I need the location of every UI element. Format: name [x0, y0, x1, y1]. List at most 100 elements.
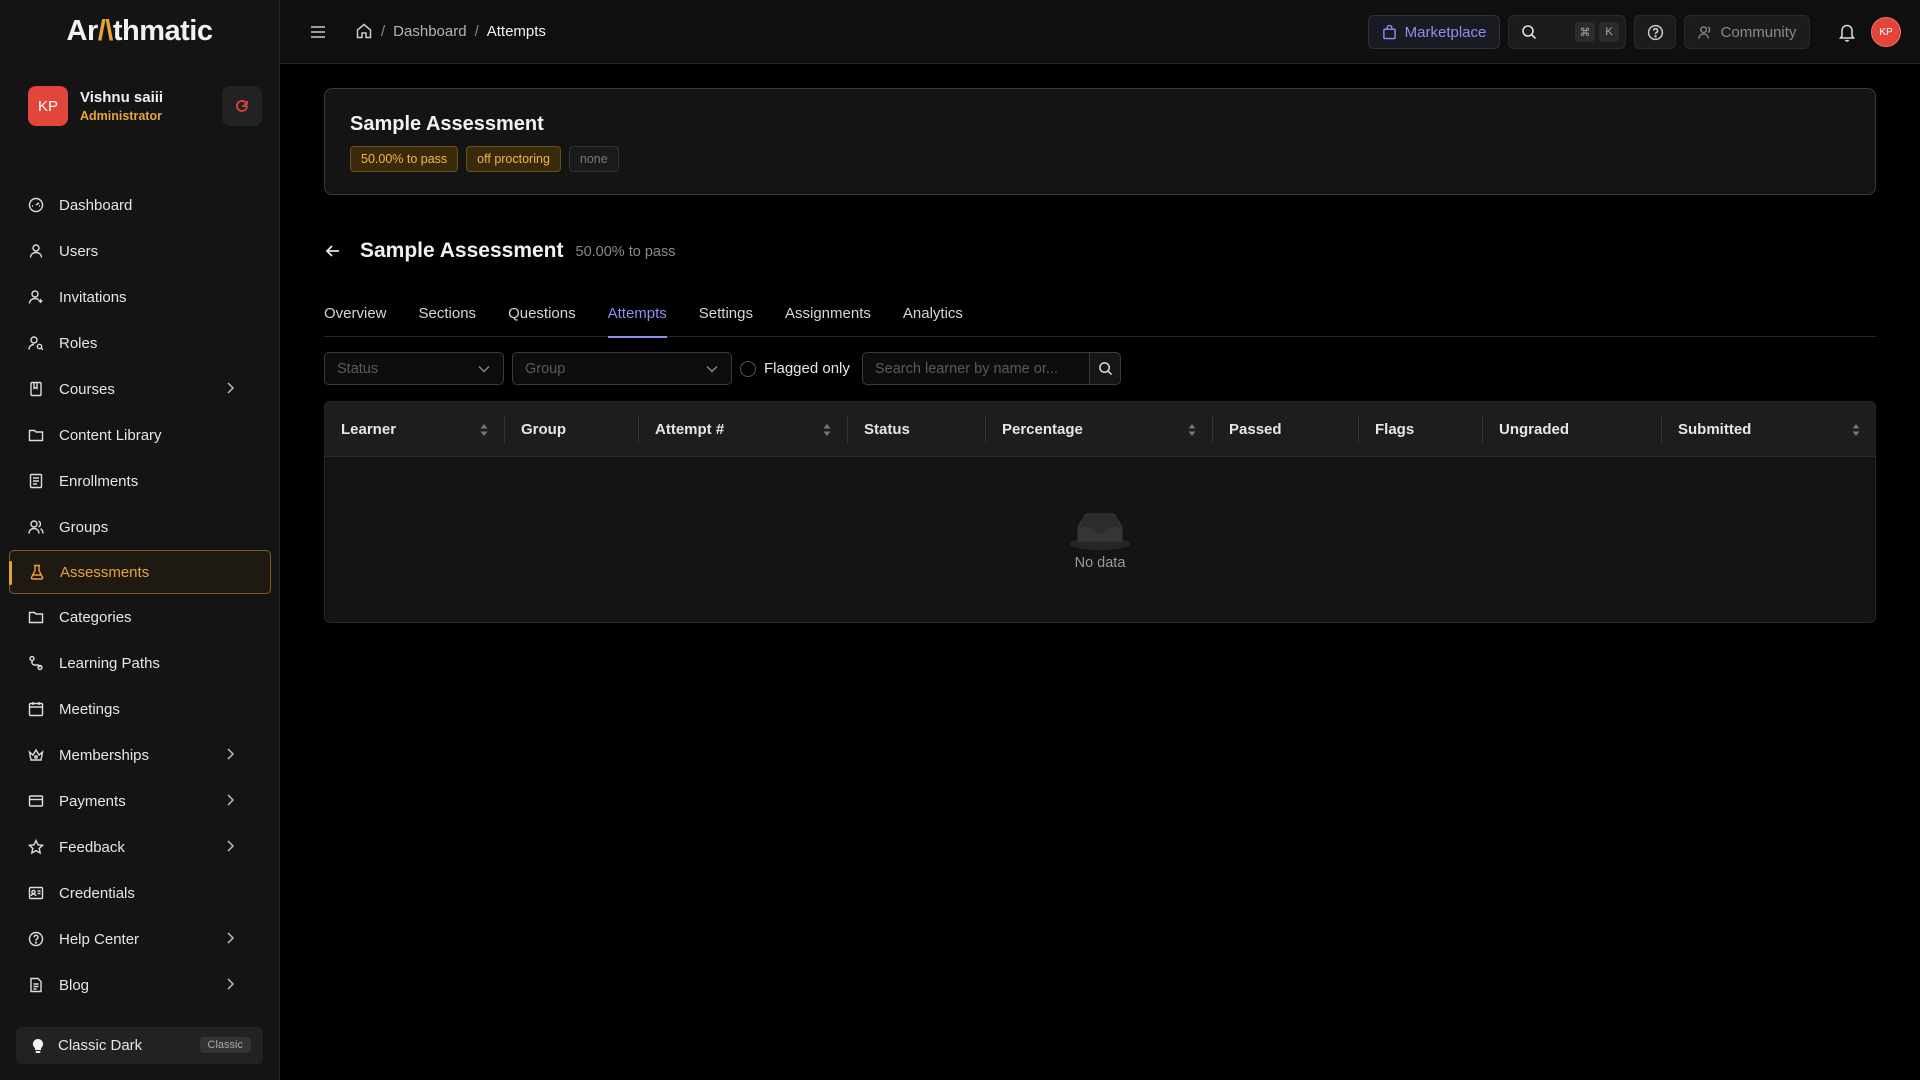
learner-search-input[interactable] [862, 352, 1090, 385]
refresh-icon [236, 100, 248, 112]
shortcut-hint: ⌘ K [1571, 22, 1619, 42]
tab-analytics[interactable]: Analytics [903, 300, 963, 337]
assessment-summary-card: Sample Assessment 50.00% to pass off pro… [324, 88, 1876, 195]
flagged-only-toggle[interactable]: Flagged only [740, 352, 850, 385]
page-title: Sample Assessment [360, 239, 564, 262]
status-select[interactable]: Status [324, 352, 504, 385]
pass-threshold-badge: 50.00% to pass [350, 146, 459, 172]
empty-state: No data [325, 457, 1875, 622]
column-header-submitted[interactable]: Submitted [1662, 402, 1875, 457]
refresh-button[interactable] [222, 86, 262, 126]
dashboard-icon [28, 197, 44, 213]
chevron-right-icon [227, 748, 235, 760]
column-header-learner[interactable]: Learner [325, 402, 505, 457]
flask-icon [30, 564, 44, 580]
chevron-right-icon [227, 978, 235, 990]
theme-switcher[interactable]: Classic Dark Classic [16, 1027, 263, 1064]
sidebar-item-enrollments[interactable]: Enrollments [0, 458, 280, 504]
flagged-only-checkbox[interactable] [740, 360, 756, 377]
sidebar-nav: Dashboard Users Invitations Roles Course… [0, 182, 280, 1008]
breadcrumb: / Dashboard / Attempts [355, 22, 546, 40]
sidebar-item-label: Groups [59, 518, 109, 536]
sidebar-item-payments[interactable]: Payments [0, 778, 280, 824]
sidebar-item-invitations[interactable]: Invitations [0, 274, 280, 320]
community-button[interactable]: Community [1684, 15, 1810, 49]
assessment-card-title: Sample Assessment [350, 113, 544, 135]
book-icon [30, 381, 42, 397]
user-name: Vishnu saiii [80, 89, 164, 106]
document-icon [30, 977, 42, 993]
roles-icon [28, 336, 44, 351]
sidebar-item-help-center[interactable]: Help Center [0, 916, 280, 962]
sidebar-item-blog[interactable]: Blog [0, 962, 280, 1008]
community-icon [1697, 25, 1710, 39]
sidebar-item-meetings[interactable]: Meetings [0, 686, 280, 732]
back-arrow-icon[interactable] [324, 242, 342, 260]
sidebar-item-feedback[interactable]: Feedback [0, 824, 280, 870]
column-header-ungraded: Ungraded [1483, 402, 1662, 457]
sidebar-item-credentials[interactable]: Credentials [0, 870, 280, 916]
column-header-label: Passed [1229, 421, 1282, 438]
sidebar: Ar/\thmatic KP Vishnu saiii Administrato… [0, 0, 280, 1080]
sidebar-item-content-library[interactable]: Content Library [0, 412, 280, 458]
sidebar-item-label: Roles [59, 334, 98, 352]
sidebar-item-memberships[interactable]: Memberships [0, 732, 280, 778]
community-label: Community [1720, 23, 1797, 41]
empty-inbox-icon [1070, 513, 1130, 550]
user-role: Administrator [80, 109, 162, 123]
shortcut-key: K [1599, 22, 1619, 42]
column-header-label: Submitted [1678, 421, 1752, 438]
sort-icon [1188, 424, 1196, 436]
sidebar-item-courses[interactable]: Courses [0, 366, 280, 412]
tab-questions[interactable]: Questions [508, 300, 576, 337]
column-header-status: Status [848, 402, 986, 457]
tab-assignments[interactable]: Assignments [785, 300, 871, 337]
sort-icon [823, 424, 831, 436]
user-meta: Vishnu saiii Administrator [80, 89, 163, 123]
help-button[interactable] [1634, 15, 1676, 49]
chevron-right-icon [227, 794, 235, 806]
folder-icon [28, 429, 44, 442]
sidebar-item-label: Meetings [59, 700, 120, 718]
sidebar-item-label: Categories [59, 608, 132, 626]
column-header-attempt[interactable]: Attempt # [639, 402, 848, 457]
home-icon[interactable] [355, 22, 373, 40]
learner-search-button[interactable] [1089, 352, 1121, 385]
breadcrumb-link-dashboard[interactable]: Dashboard [393, 23, 466, 40]
tab-overview[interactable]: Overview [324, 300, 387, 337]
sidebar-item-label: Users [59, 242, 99, 260]
chevron-down-icon [706, 366, 718, 373]
sidebar-item-label: Learning Paths [59, 654, 160, 672]
bell-icon[interactable] [1838, 22, 1856, 42]
lightbulb-icon [33, 1038, 43, 1053]
tab-settings[interactable]: Settings [699, 300, 753, 337]
sidebar-item-dashboard[interactable]: Dashboard [0, 182, 280, 228]
sidebar-item-users[interactable]: Users [0, 228, 280, 274]
column-header-percentage[interactable]: Percentage [986, 402, 1213, 457]
sidebar-item-assessments[interactable]: Assessments [9, 550, 271, 594]
hamburger-menu-icon[interactable] [308, 22, 328, 42]
sidebar-item-learning-paths[interactable]: Learning Paths [0, 640, 280, 686]
sidebar-item-roles[interactable]: Roles [0, 320, 280, 366]
chevron-right-icon [227, 382, 235, 394]
help-icon [28, 931, 44, 947]
sidebar-item-categories[interactable]: Categories [0, 594, 280, 640]
sidebar-item-groups[interactable]: Groups [0, 504, 280, 550]
marketplace-button[interactable]: Marketplace [1368, 15, 1500, 49]
user-icon [29, 244, 43, 258]
assessment-tabs: Overview Sections Questions Attempts Set… [324, 300, 1876, 338]
app-logo[interactable]: Ar/\thmatic [0, 0, 279, 63]
tab-attempts[interactable]: Attempts [607, 300, 667, 338]
column-header-group: Group [505, 402, 639, 457]
group-select[interactable]: Group [512, 352, 732, 385]
sidebar-item-label: Help Center [59, 930, 140, 948]
logo-text: Ar/\thmatic [66, 15, 214, 47]
theme-name: Classic Dark [58, 1037, 143, 1054]
theme-badge: Classic [199, 1037, 251, 1053]
user-avatar-menu[interactable]: KP [1871, 17, 1901, 47]
global-search-button[interactable]: ⌘ K [1508, 15, 1626, 49]
tab-sections[interactable]: Sections [419, 300, 477, 337]
sidebar-item-label: Blog [59, 976, 90, 994]
shortcut-key: ⌘ [1575, 22, 1595, 42]
user-avatar[interactable]: KP [28, 86, 68, 126]
